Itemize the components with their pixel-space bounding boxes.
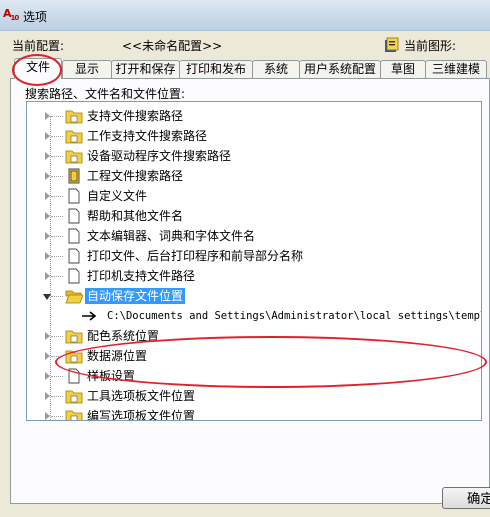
tree-item-authoring-palettes-location[interactable]: 编写选项板文件位置 xyxy=(27,406,481,421)
title-bar: A10 选项 xyxy=(0,0,490,31)
tree-item-help-and-misc-files[interactable]: 帮助和其他文件名 xyxy=(27,206,481,226)
expand-arrow-icon[interactable] xyxy=(45,152,50,160)
tab-3d-modeling[interactable]: 三维建模 xyxy=(425,60,487,78)
tab-display[interactable]: 显示 xyxy=(62,60,112,78)
folder-icon xyxy=(65,410,83,420)
open-folder-icon xyxy=(65,290,83,304)
expand-arrow-icon[interactable] xyxy=(45,412,50,420)
folder-icon xyxy=(65,130,83,144)
tree-item-device-driver-search-path[interactable]: 设备驱动程序文件搜索路径 xyxy=(27,146,481,166)
tab-system[interactable]: 系统 xyxy=(252,60,300,78)
tree-item-label: 文本编辑器、词典和字体文件名 xyxy=(87,229,256,243)
tree-item-label: 支持文件搜索路径 xyxy=(87,109,184,123)
tree-item-support-search-path[interactable]: 支持文件搜索路径 xyxy=(27,106,481,126)
ok-button[interactable]: 确定 xyxy=(442,487,490,509)
tree-item-label: 工作支持文件搜索路径 xyxy=(87,129,208,143)
document-icon xyxy=(68,188,80,204)
folder-icon xyxy=(65,110,83,124)
tree-item-tool-palettes-location[interactable]: 工具选项板文件位置 xyxy=(27,386,481,406)
tree-item-project-search-path[interactable]: 工程文件搜索路径 xyxy=(27,166,481,186)
tree-item-printer-support-path[interactable]: 打印机支持文件路径 xyxy=(27,266,481,286)
tab-user-preferences[interactable]: 用户系统配置 xyxy=(299,60,381,78)
file-location-tree[interactable]: 支持文件搜索路径 工作支持文件搜索路径 设备驱动程序文件搜索路径 工程文件搜索路… xyxy=(26,101,482,421)
tree-item-label: 配色系统位置 xyxy=(87,329,160,343)
tree-item-text-editor-dictionary-font[interactable]: 文本编辑器、词典和字体文件名 xyxy=(27,226,481,246)
expand-arrow-icon[interactable] xyxy=(45,352,50,360)
tree-item-working-support-search-path[interactable]: 工作支持文件搜索路径 xyxy=(27,126,481,146)
folder-icon xyxy=(65,390,83,404)
expand-arrow-icon[interactable] xyxy=(45,272,50,280)
tree-item-template-settings[interactable]: 样板设置 xyxy=(27,366,481,386)
expand-arrow-icon[interactable] xyxy=(45,192,50,200)
files-panel: 搜索路径、文件名和文件位置: 支持文件搜索路径 工作支持文件搜索路径 设备驱动程… xyxy=(10,78,490,504)
autosave-path-text: C:\Documents and Settings\Administrator\… xyxy=(107,310,482,322)
tree-item-label: 样板设置 xyxy=(87,369,136,383)
tab-drafting[interactable]: 草图 xyxy=(380,60,426,78)
project-file-icon xyxy=(68,168,80,184)
panel-label: 搜索路径、文件名和文件位置: xyxy=(25,87,186,101)
collapse-arrow-icon[interactable] xyxy=(43,294,51,300)
document-icon xyxy=(68,208,80,224)
current-profile-value: <<未命名配置>> xyxy=(122,39,223,53)
tree-item-label: 工具选项板文件位置 xyxy=(87,389,196,403)
tree-item-label: 帮助和其他文件名 xyxy=(87,209,184,223)
tree-item-label: 打印机支持文件路径 xyxy=(87,269,196,283)
tree-item-color-system-location[interactable]: 配色系统位置 xyxy=(27,326,481,346)
expand-arrow-icon[interactable] xyxy=(45,132,50,140)
current-profile-label: 当前配置: xyxy=(12,39,65,53)
tree-item-label: 设备驱动程序文件搜索路径 xyxy=(87,149,232,163)
expand-arrow-icon[interactable] xyxy=(45,232,50,240)
tree-item-label: 工程文件搜索路径 xyxy=(87,169,184,183)
folder-icon xyxy=(65,150,83,164)
tree-item-data-sources-location[interactable]: 数据源位置 xyxy=(27,346,481,366)
folder-icon xyxy=(65,330,83,344)
tab-files[interactable]: 文件 xyxy=(14,58,62,79)
document-icon xyxy=(68,368,80,384)
tree-item-label: 编写选项板文件位置 xyxy=(87,409,196,421)
drawing-icon xyxy=(385,37,399,52)
window-title: 选项 xyxy=(23,10,48,24)
tree-item-customization-files[interactable]: 自定义文件 xyxy=(27,186,481,206)
profile-row: 当前配置: <<未命名配置>> 当前图形: xyxy=(12,37,490,55)
tree-item-label: 自定义文件 xyxy=(87,189,148,203)
expand-arrow-icon[interactable] xyxy=(45,392,50,400)
tree-item-print-file-spooler-prolog[interactable]: 打印文件、后台打印程序和前导部分名称 xyxy=(27,246,481,266)
tab-strip: 文件 显示 打开和保存 打印和发布 系统 用户系统配置 草图 三维建模 xyxy=(10,54,490,86)
tree-item-autosave-location[interactable]: 自动保存文件位置 xyxy=(27,286,481,306)
tab-open-and-save[interactable]: 打开和保存 xyxy=(111,60,180,78)
tab-plot-and-publish[interactable]: 打印和发布 xyxy=(179,60,253,78)
expand-arrow-icon[interactable] xyxy=(45,332,50,340)
tree-item-label: 打印文件、后台打印程序和前导部分名称 xyxy=(87,249,304,263)
options-dialog: 当前配置: <<未命名配置>> 当前图形: 文件 显示 打开和保存 打印和发布 … xyxy=(0,31,490,517)
expand-arrow-icon[interactable] xyxy=(45,172,50,180)
current-drawing-label: 当前图形: xyxy=(404,39,457,53)
document-icon xyxy=(68,228,80,244)
arrow-right-icon xyxy=(82,311,97,321)
autocad-icon[interactable]: A10 xyxy=(3,7,19,22)
expand-arrow-icon[interactable] xyxy=(45,212,50,220)
expand-arrow-icon[interactable] xyxy=(45,112,50,120)
document-icon xyxy=(68,248,80,264)
tree-item-label: 自动保存文件位置 xyxy=(85,288,186,304)
autosave-path-entry[interactable]: C:\Documents and Settings\Administrator\… xyxy=(27,306,481,326)
tree-item-label: 数据源位置 xyxy=(87,349,148,363)
document-icon xyxy=(68,268,80,284)
expand-arrow-icon[interactable] xyxy=(45,252,50,260)
folder-icon xyxy=(65,350,83,364)
expand-arrow-icon[interactable] xyxy=(45,372,50,380)
